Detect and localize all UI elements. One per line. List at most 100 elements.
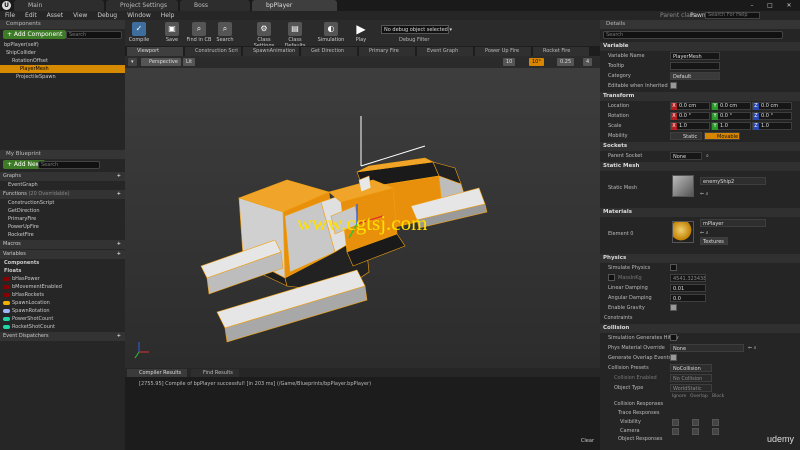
simulate-physics-checkbox[interactable] — [670, 264, 677, 271]
editable-inherited-checkbox[interactable] — [670, 82, 677, 89]
location-y-field[interactable]: Y 0.0 cm — [711, 102, 751, 110]
object-type-dropdown[interactable]: WorldStatic — [670, 384, 712, 392]
editor-tab[interactable]: Rocket Fire — [533, 47, 589, 56]
location-label[interactable]: Location — [608, 101, 629, 111]
tree-item-playermesh[interactable]: PlayerMesh — [0, 65, 125, 73]
variable-item[interactable]: bHasPower — [0, 275, 125, 283]
category-dropdown[interactable]: Default — [670, 72, 720, 80]
menu-asset[interactable]: Asset — [42, 11, 68, 20]
graphs-section[interactable]: Graphs + — [0, 172, 125, 181]
collision-section[interactable]: Collision — [600, 324, 800, 333]
search-button[interactable]: ⌕ Search — [211, 21, 239, 43]
tab-bpplayer[interactable]: bpPlayer — [252, 0, 337, 11]
static-mesh-thumbnail[interactable] — [672, 175, 694, 197]
var-group-components[interactable]: Components — [0, 259, 125, 267]
static-mesh-dropdown[interactable]: enemyShip2 — [700, 177, 766, 185]
variable-item[interactable]: bHasRockets — [0, 291, 125, 299]
function-item[interactable]: GetDirection — [0, 207, 125, 215]
editor-tab[interactable]: Construction Scri — [185, 47, 241, 56]
collision-enabled-dropdown[interactable]: No Collision — [670, 374, 712, 382]
tab-boss[interactable]: Boss — [180, 0, 250, 11]
variable-name-field[interactable]: PlayerMesh — [670, 52, 720, 60]
transform-section[interactable]: Transform — [600, 92, 800, 101]
tree-item-self[interactable]: bpPlayer(self) — [0, 41, 125, 49]
tab-main[interactable]: Main — [14, 0, 104, 11]
material-thumbnail[interactable] — [672, 221, 694, 243]
tooltip-field[interactable] — [670, 62, 720, 70]
parent-socket-field[interactable]: None — [670, 152, 702, 160]
visibility-ignore-radio[interactable] — [672, 419, 679, 426]
mass-field[interactable]: 4541.323438 — [670, 274, 706, 282]
sim-hit-checkbox[interactable] — [670, 334, 677, 341]
variable-item[interactable]: RocketShotCount — [0, 323, 125, 331]
add-graph-button[interactable]: + — [117, 172, 121, 181]
camera-overlap-radio[interactable] — [692, 428, 699, 435]
class-defaults-button[interactable]: ▤Class Defaults — [280, 21, 310, 49]
camera-speed-button[interactable]: 4 — [583, 58, 593, 66]
function-item[interactable]: PrimaryFire — [0, 215, 125, 223]
variable-item[interactable]: PowerShotCount — [0, 315, 125, 323]
grid-snap-button[interactable]: 10 — [503, 58, 516, 66]
scale-snap-button[interactable]: 0.25 — [557, 58, 575, 66]
rotation-label[interactable]: Rotation — [608, 111, 629, 121]
tree-item-rotationoffset[interactable]: RotationOffset — [0, 57, 125, 65]
add-macro-button[interactable]: + — [117, 240, 121, 249]
physics-section[interactable]: Physics — [600, 254, 800, 263]
class-settings-button[interactable]: ⚙Class Settings — [249, 21, 279, 49]
maximize-button[interactable]: □ — [761, 0, 779, 11]
menu-help[interactable]: Help — [156, 11, 180, 20]
event-dispatchers-section[interactable]: Event Dispatchers + — [0, 332, 125, 341]
materials-section[interactable]: Materials — [600, 208, 800, 217]
add-component-button[interactable]: + Add Component — [3, 30, 67, 39]
lit-button[interactable]: Lit — [183, 58, 196, 66]
simulation-button[interactable]: ◐ Simulation — [317, 21, 345, 43]
browse-icon[interactable]: ⇐ ⌕ — [700, 189, 709, 199]
tab-project-settings[interactable]: Project Settings — [106, 0, 178, 11]
visibility-overlap-radio[interactable] — [692, 419, 699, 426]
tree-item-projectilespawn[interactable]: ProjectileSpawn — [0, 73, 125, 81]
tab-find-results[interactable]: Find Results — [191, 369, 239, 377]
phys-material-browse-icon[interactable]: ⇐ ⌕ — [748, 343, 757, 353]
function-item[interactable]: RocketFire — [0, 231, 125, 239]
scale-x-field[interactable]: X 1.0 — [670, 122, 710, 130]
rotation-snap-button[interactable]: 10° — [529, 58, 544, 66]
function-item[interactable]: PowerUpFire — [0, 223, 125, 231]
location-z-field[interactable]: Z 0.0 cm — [752, 102, 792, 110]
collision-presets-dropdown[interactable]: NoCollision — [670, 364, 712, 372]
editor-tab[interactable]: Viewport — [127, 47, 183, 56]
tab-compiler-results[interactable]: Compiler Results — [127, 369, 188, 377]
variable-item[interactable]: SpawnRotation — [0, 307, 125, 315]
constraints-label[interactable]: Constraints — [604, 313, 633, 323]
location-x-field[interactable]: X 0.0 cm — [670, 102, 710, 110]
menu-view[interactable]: View — [68, 11, 92, 20]
save-button[interactable]: ▣ Save — [158, 21, 186, 43]
function-item[interactable]: ConstructionScript — [0, 199, 125, 207]
add-dispatcher-button[interactable]: + — [117, 332, 121, 341]
var-group-floats[interactable]: Floats — [0, 267, 125, 275]
camera-block-radio[interactable] — [712, 428, 719, 435]
editor-tab[interactable]: Get Direction — [301, 47, 357, 56]
overlap-events-checkbox[interactable] — [670, 354, 677, 361]
mass-override-checkbox[interactable] — [608, 274, 615, 281]
components-search-input[interactable]: Search — [66, 31, 122, 39]
viewport-options-button[interactable]: ▾ — [128, 58, 137, 66]
menu-edit[interactable]: Edit — [20, 11, 42, 20]
rotation-x-field[interactable]: X 0.0 ° — [670, 112, 710, 120]
collision-presets-label[interactable]: Collision Presets — [608, 363, 649, 373]
collision-responses-label[interactable]: Collision Responses — [614, 400, 663, 409]
phys-material-dropdown[interactable]: None — [670, 344, 744, 352]
static-mesh-section[interactable]: Static Mesh — [600, 162, 800, 171]
functions-section[interactable]: Functions (20 Overridable) + — [0, 190, 125, 199]
add-variable-button[interactable]: + — [117, 250, 121, 259]
clear-button[interactable]: Clear — [581, 438, 594, 444]
angular-damping-field[interactable]: 0.0 — [670, 294, 706, 302]
editor-tab[interactable]: SpawnAnimation — [243, 47, 299, 56]
linear-damping-field[interactable]: 0.01 — [670, 284, 706, 292]
viewport[interactable]: www.cgtsj.com ▾ Perspective Lit 10 10° 0… — [125, 56, 600, 368]
enable-gravity-checkbox[interactable] — [670, 304, 677, 311]
object-responses-label[interactable]: Object Responses — [618, 436, 663, 443]
magnify-icon[interactable]: ⌕ — [706, 151, 709, 161]
rotation-y-field[interactable]: Y 0.0 ° — [711, 112, 751, 120]
editor-tab[interactable]: Primary Fire — [359, 47, 415, 56]
blueprint-search-input[interactable]: Search — [38, 161, 100, 169]
